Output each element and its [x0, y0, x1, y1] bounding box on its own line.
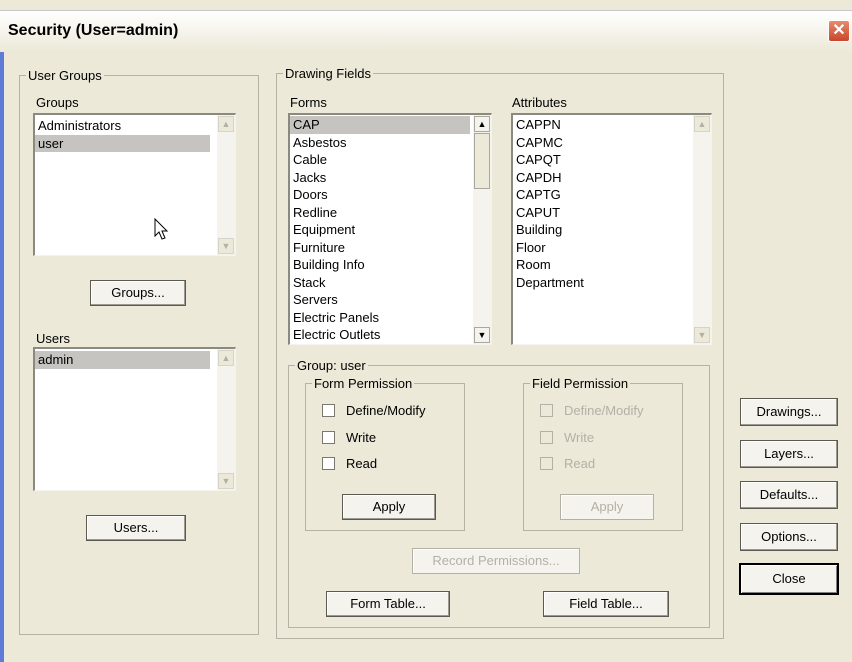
write-checkbox[interactable]: [322, 431, 335, 444]
field-table-label: Field Table...: [569, 596, 643, 611]
record-permissions-label: Record Permissions...: [432, 553, 560, 568]
attributes-label: Attributes: [512, 95, 567, 110]
window-frame-left: [0, 52, 4, 662]
list-item[interactable]: CAPPN: [513, 116, 688, 134]
list-item[interactable]: Building: [513, 221, 688, 239]
attributes-list: CAPPN CAPMC CAPQT CAPDH CAPTG CAPUT Building Fl…: [513, 115, 688, 291]
users-listbox[interactable]: admin ▲ ▼: [33, 347, 236, 491]
layers-button[interactable]: Layers...: [740, 440, 838, 468]
record-permissions-button[interactable]: Record Permissions...: [412, 548, 580, 574]
form-permission-legend: Form Permission: [314, 376, 413, 391]
list-item[interactable]: Electric Panels: [290, 309, 470, 327]
users-button-label: Users...: [113, 520, 159, 535]
form-table-label: Form Table...: [350, 596, 426, 611]
field-define-modify-label: Define/Modify: [564, 403, 644, 418]
group-legend: Group: user: [297, 358, 366, 373]
list-item[interactable]: Stack: [290, 274, 470, 292]
list-item[interactable]: Doors: [290, 186, 470, 204]
users-label: Users: [36, 331, 70, 346]
close-button[interactable]: Close: [740, 564, 838, 594]
close-window-icon[interactable]: ✕: [828, 20, 850, 42]
scroll-up-icon[interactable]: ▲: [218, 116, 234, 132]
scroll-up-icon[interactable]: ▲: [474, 116, 490, 132]
list-item[interactable]: CAPDH: [513, 169, 688, 187]
write-label: Write: [346, 430, 377, 445]
list-item[interactable]: Administrators: [35, 117, 210, 135]
define-modify-checkbox[interactable]: [322, 404, 335, 417]
list-item[interactable]: CAPTG: [513, 186, 688, 204]
form-apply-button[interactable]: Apply: [342, 494, 436, 520]
list-item[interactable]: Jacks: [290, 169, 470, 187]
read-checkbox[interactable]: [322, 457, 335, 470]
attributes-scrollbar[interactable]: ▲ ▼: [693, 115, 711, 344]
field-write-label: Write: [564, 430, 595, 445]
field-read-checkbox[interactable]: [540, 457, 553, 470]
field-define-modify-checkbox[interactable]: [540, 404, 553, 417]
field-permission-legend: Field Permission: [532, 376, 629, 391]
list-item[interactable]: Asbestos: [290, 134, 470, 152]
list-item[interactable]: CAPQT: [513, 151, 688, 169]
scroll-thumb[interactable]: [474, 133, 490, 189]
close-label: Close: [772, 571, 806, 586]
list-item[interactable]: user: [35, 134, 210, 152]
scroll-up-icon[interactable]: ▲: [218, 350, 234, 366]
scroll-up-icon[interactable]: ▲: [694, 116, 710, 132]
list-item[interactable]: CAPMC: [513, 134, 688, 152]
field-write-checkbox[interactable]: [540, 431, 553, 444]
users-scrollbar[interactable]: ▲ ▼: [217, 349, 235, 490]
window-title: Security (User=admin): [8, 22, 179, 39]
scroll-down-icon[interactable]: ▼: [474, 327, 490, 343]
form-table-button[interactable]: Form Table...: [326, 591, 450, 617]
list-item[interactable]: admin: [35, 351, 210, 369]
field-apply-button[interactable]: Apply: [560, 494, 654, 520]
defaults-button[interactable]: Defaults...: [740, 481, 838, 509]
scroll-down-icon[interactable]: ▼: [218, 238, 234, 254]
users-button[interactable]: Users...: [86, 515, 186, 541]
list-item[interactable]: Cable: [290, 151, 470, 169]
list-item[interactable]: Building Info: [290, 256, 470, 274]
defaults-label: Defaults...: [759, 487, 819, 502]
groups-label: Groups: [36, 95, 79, 110]
define-modify-label: Define/Modify: [346, 403, 426, 418]
drawings-button[interactable]: Drawings...: [740, 398, 838, 426]
users-list: admin: [35, 349, 210, 369]
form-apply-label: Apply: [372, 499, 406, 514]
list-item[interactable]: Equipment: [290, 221, 470, 239]
read-label: Read: [346, 456, 378, 471]
groups-list: Administrators user: [35, 115, 210, 152]
user-groups-legend: User Groups: [28, 68, 102, 83]
scroll-down-icon[interactable]: ▼: [694, 327, 710, 343]
groups-scrollbar[interactable]: ▲ ▼: [217, 115, 235, 255]
groups-button[interactable]: Groups...: [90, 280, 186, 306]
scroll-down-icon[interactable]: ▼: [218, 473, 234, 489]
options-button[interactable]: Options...: [740, 523, 838, 551]
layers-label: Layers...: [764, 446, 814, 461]
list-item[interactable]: Redline: [290, 204, 470, 222]
list-item[interactable]: CAP: [290, 116, 470, 134]
forms-list: CAP Asbestos Cable Jacks Doors Redline Equipme…: [290, 115, 470, 344]
forms-listbox[interactable]: CAP Asbestos Cable Jacks Doors Redline Equipme…: [288, 113, 492, 345]
forms-label: Forms: [290, 95, 327, 110]
groups-button-label: Groups...: [111, 285, 165, 300]
options-label: Options...: [761, 529, 817, 544]
list-item[interactable]: Servers: [290, 291, 470, 309]
list-item[interactable]: Room: [513, 256, 688, 274]
list-item[interactable]: Furniture: [290, 239, 470, 257]
list-item[interactable]: Department: [513, 274, 688, 292]
field-table-button[interactable]: Field Table...: [543, 591, 669, 617]
groups-listbox[interactable]: Administrators user ▲ ▼: [33, 113, 236, 256]
list-item[interactable]: Floor: [513, 239, 688, 257]
drawings-label: Drawings...: [756, 404, 822, 419]
list-item[interactable]: CAPUT: [513, 204, 688, 222]
drawing-fields-legend: Drawing Fields: [285, 66, 371, 81]
forms-scrollbar[interactable]: ▲ ▼: [473, 115, 491, 344]
field-apply-label: Apply: [590, 499, 624, 514]
mouse-pointer-icon: [154, 218, 169, 240]
list-item[interactable]: Electric Outlets: [290, 326, 470, 344]
attributes-listbox[interactable]: CAPPN CAPMC CAPQT CAPDH CAPTG CAPUT Building Fl…: [511, 113, 712, 345]
field-read-label: Read: [564, 456, 596, 471]
